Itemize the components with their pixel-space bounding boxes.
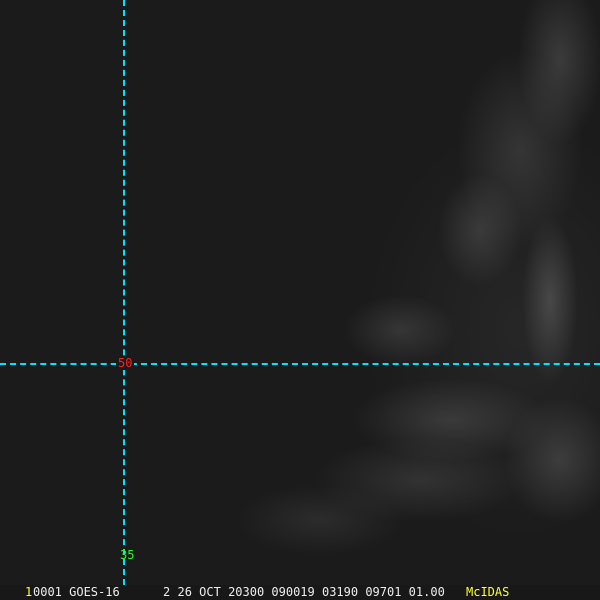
- mcidas-logo: McIDAS: [466, 585, 510, 599]
- longitude-label: 35: [120, 548, 135, 562]
- satellite-image-viewer: 50 35 1 0001 GOES-16 2 26 OCT 20300 09001…: [0, 0, 600, 600]
- frame-number: 1: [25, 585, 33, 599]
- latitude-grid-line: [0, 363, 600, 365]
- image-info: 0001 GOES-16 2 26 OCT 20300 090019 03190…: [33, 585, 445, 599]
- status-bar: 1 0001 GOES-16 2 26 OCT 20300 090019 0319…: [0, 585, 600, 600]
- satellite-imagery: [0, 0, 600, 600]
- latitude-label: 50: [116, 356, 135, 370]
- longitude-grid-line: [123, 0, 125, 585]
